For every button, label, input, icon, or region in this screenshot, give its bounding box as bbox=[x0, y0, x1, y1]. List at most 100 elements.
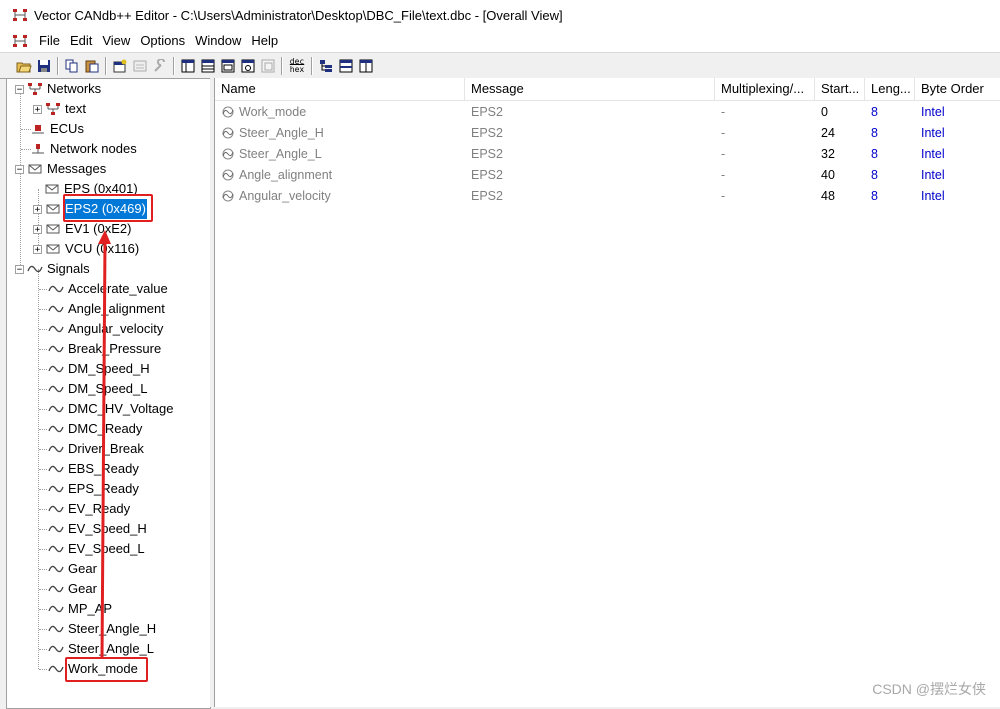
tree-label: Gear bbox=[68, 581, 97, 596]
view5-icon[interactable] bbox=[258, 56, 278, 76]
cell-startbit-text: 32 bbox=[821, 147, 835, 161]
expand-toggle[interactable]: + bbox=[33, 104, 42, 114]
menu-view[interactable]: View bbox=[97, 30, 135, 52]
tree-item-signal[interactable]: EPS_Ready bbox=[45, 479, 140, 499]
cell-name[interactable]: Steer_Angle_H bbox=[222, 123, 324, 144]
cell-byte-order[interactable]: Intel bbox=[921, 144, 945, 165]
column-header-startbit[interactable]: Start... bbox=[815, 78, 865, 100]
cell-startbit[interactable]: 48 bbox=[821, 186, 835, 207]
signal-wave-icon bbox=[48, 642, 64, 656]
cell-multiplexing[interactable]: - bbox=[721, 144, 725, 165]
cell-multiplexing-text: - bbox=[721, 105, 726, 119]
save-icon[interactable] bbox=[34, 56, 54, 76]
document-icon[interactable] bbox=[12, 34, 28, 48]
collapse-toggle[interactable]: − bbox=[15, 264, 24, 274]
cell-byte-order[interactable]: Intel bbox=[921, 123, 945, 144]
signal-table[interactable]: Name Message Multiplexing/... Start... L… bbox=[214, 78, 1000, 707]
cell-length[interactable]: 8 bbox=[871, 165, 878, 186]
tree-item-signal[interactable]: Gear bbox=[45, 559, 98, 579]
cell-multiplexing[interactable]: - bbox=[721, 123, 725, 144]
cell-byte-order[interactable]: Intel bbox=[921, 165, 945, 186]
menu-help[interactable]: Help bbox=[246, 30, 283, 52]
cell-startbit[interactable]: 24 bbox=[821, 123, 835, 144]
view3-icon[interactable] bbox=[218, 56, 238, 76]
cell-startbit[interactable]: 0 bbox=[821, 102, 828, 123]
open-icon[interactable] bbox=[14, 56, 34, 76]
cell-name[interactable]: Angle_alignment bbox=[222, 165, 332, 186]
cell-name-text: Work_mode bbox=[239, 105, 307, 119]
cell-startbit[interactable]: 32 bbox=[821, 144, 835, 165]
cell-multiplexing[interactable]: - bbox=[721, 186, 725, 207]
toolbar-separator bbox=[281, 56, 283, 75]
column-header-byte-order[interactable]: Byte Order bbox=[915, 78, 1000, 100]
cell-message[interactable]: EPS2 bbox=[471, 144, 503, 165]
tree-item-signals[interactable]: − Signals bbox=[15, 259, 91, 279]
cell-length[interactable]: 8 bbox=[871, 123, 878, 144]
expand-toggle[interactable]: + bbox=[33, 204, 42, 214]
cell-startbit[interactable]: 40 bbox=[821, 165, 835, 186]
cell-message[interactable]: EPS2 bbox=[471, 186, 503, 207]
cell-multiplexing-text: - bbox=[721, 126, 726, 140]
menu-window[interactable]: Window bbox=[190, 30, 246, 52]
signal-wave-icon bbox=[48, 502, 64, 516]
column-header-multiplexing[interactable]: Multiplexing/... bbox=[715, 78, 815, 100]
tree-label: Messages bbox=[47, 161, 107, 176]
cell-length[interactable]: 8 bbox=[871, 144, 878, 165]
cell-message[interactable]: EPS2 bbox=[471, 123, 503, 144]
copy-icon[interactable] bbox=[62, 56, 82, 76]
tree-label: DMC_HV_Voltage bbox=[68, 401, 174, 416]
cell-length[interactable]: 8 bbox=[871, 102, 878, 123]
cell-length[interactable]: 8 bbox=[871, 186, 878, 207]
menu-file[interactable]: File bbox=[34, 30, 65, 52]
tree-item-network-text[interactable]: + text bbox=[33, 99, 87, 119]
cell-message-text: EPS2 bbox=[471, 147, 503, 161]
expand-toggle[interactable]: + bbox=[33, 224, 42, 234]
cell-name[interactable]: Work_mode bbox=[222, 102, 307, 123]
tree-item-messages[interactable]: − Messages bbox=[15, 159, 107, 179]
cell-startbit-text: 48 bbox=[821, 189, 835, 203]
tree-item-signal[interactable]: EBS_Ready bbox=[45, 459, 140, 479]
tree-item-message-vcu[interactable]: + VCU (0x116) bbox=[33, 239, 140, 259]
disabled-icon[interactable] bbox=[130, 56, 150, 76]
column-header-message[interactable]: Message bbox=[465, 78, 715, 100]
signal-wave-icon bbox=[48, 442, 64, 456]
expand-toggle[interactable]: + bbox=[33, 244, 42, 254]
cell-multiplexing[interactable]: - bbox=[721, 165, 725, 186]
split-h-icon[interactable] bbox=[336, 56, 356, 76]
tree-item-signal[interactable]: EV_Ready bbox=[45, 499, 131, 519]
wrench-icon[interactable] bbox=[150, 56, 170, 76]
tree-item-network-nodes[interactable]: Network nodes bbox=[27, 139, 138, 159]
properties-icon[interactable] bbox=[110, 56, 130, 76]
annotation-box-eps2 bbox=[63, 194, 153, 222]
signal-row-icon bbox=[222, 106, 234, 118]
cell-message-text: EPS2 bbox=[471, 126, 503, 140]
tree-item-ecus[interactable]: ECUs bbox=[27, 119, 85, 139]
dec-hex-icon[interactable]: dec hex bbox=[286, 56, 308, 76]
collapse-toggle[interactable]: − bbox=[15, 164, 24, 174]
view4-icon[interactable] bbox=[238, 56, 258, 76]
tree-icon[interactable] bbox=[316, 56, 336, 76]
cell-message-text: EPS2 bbox=[471, 105, 503, 119]
view2-icon[interactable] bbox=[198, 56, 218, 76]
menu-edit[interactable]: Edit bbox=[65, 30, 97, 52]
column-header-length[interactable]: Leng... bbox=[865, 78, 915, 100]
cell-message[interactable]: EPS2 bbox=[471, 102, 503, 123]
envelope-icon bbox=[45, 222, 61, 236]
view1-icon[interactable] bbox=[178, 56, 198, 76]
menu-options[interactable]: Options bbox=[135, 30, 190, 52]
column-header-name[interactable]: Name bbox=[215, 78, 465, 100]
tree-item-networks[interactable]: − Networks bbox=[15, 79, 102, 99]
tree-item-signal[interactable]: Gear bbox=[45, 579, 98, 599]
split-v-icon[interactable] bbox=[356, 56, 376, 76]
cell-multiplexing[interactable]: - bbox=[721, 102, 725, 123]
cell-byte-order[interactable]: Intel bbox=[921, 102, 945, 123]
collapse-toggle[interactable]: − bbox=[15, 84, 24, 94]
cell-name[interactable]: Steer_Angle_L bbox=[222, 144, 322, 165]
ecu-icon bbox=[30, 122, 46, 136]
cell-byte-order[interactable]: Intel bbox=[921, 186, 945, 207]
cell-name[interactable]: Angular_velocity bbox=[222, 186, 331, 207]
tree-item-message-ev1[interactable]: + EV1 (0xE2) bbox=[33, 219, 132, 239]
paste-icon[interactable] bbox=[82, 56, 102, 76]
annotation-box-work-mode bbox=[65, 657, 148, 682]
cell-message[interactable]: EPS2 bbox=[471, 165, 503, 186]
